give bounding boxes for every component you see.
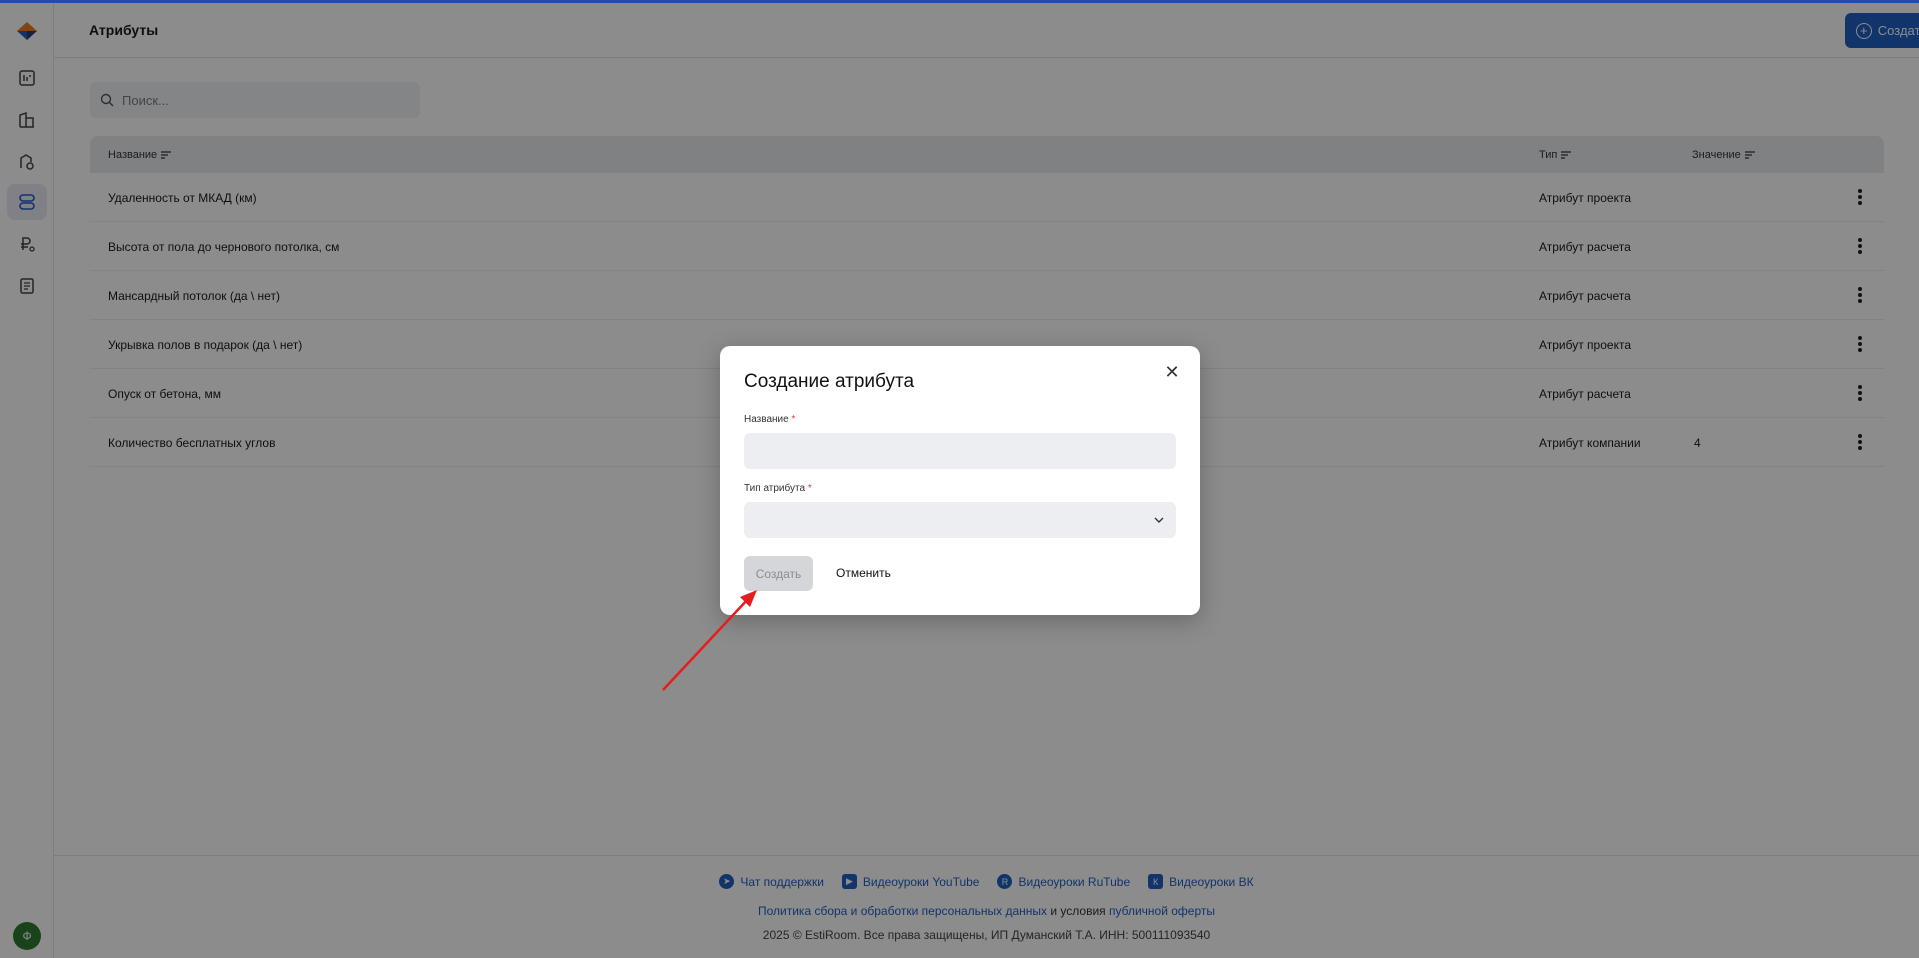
dialog-title: Создание атрибута bbox=[744, 371, 915, 392]
type-field-label: Тип атрибута * bbox=[744, 483, 812, 494]
chevron-down-icon bbox=[1154, 517, 1164, 523]
name-field-wrapper bbox=[744, 433, 1176, 469]
top-accent-line bbox=[0, 0, 1919, 3]
attribute-type-select[interactable] bbox=[744, 502, 1176, 538]
name-field-label: Название * bbox=[744, 414, 796, 425]
name-field[interactable] bbox=[744, 433, 1176, 469]
create-attribute-dialog: Создание атрибута ✕ Название * Тип атриб… bbox=[720, 346, 1200, 615]
close-icon[interactable]: ✕ bbox=[1162, 362, 1182, 382]
dialog-create-button[interactable]: Создать bbox=[744, 556, 813, 591]
dialog-cancel-button[interactable]: Отменить bbox=[836, 566, 891, 580]
